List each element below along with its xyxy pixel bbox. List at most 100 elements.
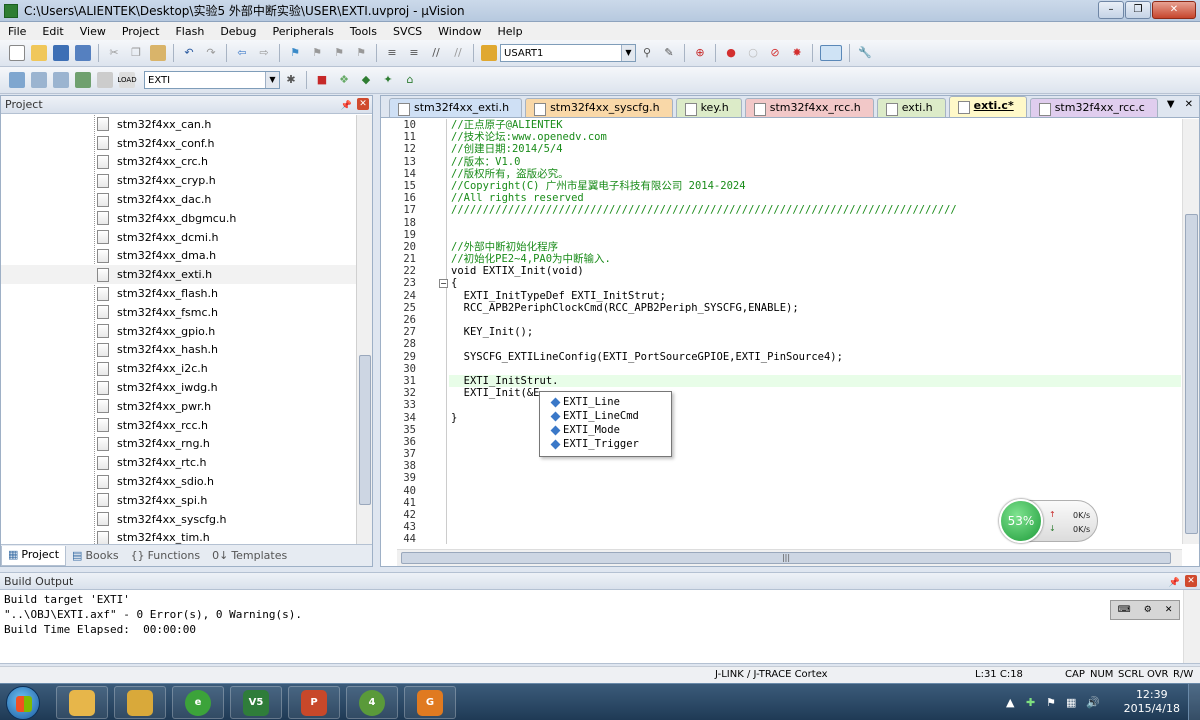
menu-help[interactable]: Help	[490, 25, 531, 38]
taskbar-app-keil[interactable]: V5	[230, 686, 282, 719]
tree-file-item[interactable]: stm32f4xx_pwr.h	[1, 397, 357, 416]
tree-file-item[interactable]: stm32f4xx_can.h	[1, 115, 357, 134]
tree-file-item[interactable]: stm32f4xx_crc.h	[1, 153, 357, 172]
scrollbar-thumb[interactable]: |||	[401, 552, 1171, 564]
network-plus-icon[interactable]: ✚	[1026, 696, 1035, 709]
menu-project[interactable]: Project	[114, 25, 168, 38]
taskbar-app-4[interactable]: 4	[346, 686, 398, 719]
target-options-icon[interactable]: ✱	[283, 72, 299, 88]
tree-file-item[interactable]: stm32f4xx_dcmi.h	[1, 228, 357, 247]
paste-icon[interactable]	[150, 45, 166, 61]
tree-file-item[interactable]: stm32f4xx_dbgmcu.h	[1, 209, 357, 228]
restore-button[interactable]: ❐	[1125, 1, 1151, 19]
find-combo[interactable]: USART1 ▼	[500, 44, 636, 62]
nav-forward-icon[interactable]: ⇨	[256, 45, 272, 61]
select-packs-icon[interactable]: ◆	[358, 72, 374, 88]
redo-icon[interactable]: ↷	[203, 45, 219, 61]
build-output-scrollbar[interactable]	[1183, 590, 1200, 663]
code-line[interactable]	[449, 338, 1181, 350]
autocomplete-item[interactable]: EXTI_Trigger	[550, 437, 671, 451]
menu-view[interactable]: View	[72, 25, 114, 38]
autocomplete-item[interactable]: EXTI_LineCmd	[550, 409, 671, 423]
menu-peripherals[interactable]: Peripherals	[265, 25, 342, 38]
tree-file-item[interactable]: stm32f4xx_dac.h	[1, 190, 357, 209]
code-line[interactable]: EXTI_InitTypeDef EXTI_InitStrut;	[449, 290, 1181, 302]
unindent-icon[interactable]: ≡	[406, 45, 422, 61]
open-folder-icon[interactable]	[31, 45, 47, 61]
code-line[interactable]	[449, 485, 1181, 497]
code-line[interactable]	[449, 460, 1181, 472]
code-line[interactable]: //正点原子@ALIENTEK	[449, 119, 1181, 131]
batch-build-icon[interactable]	[75, 72, 91, 88]
copy-icon[interactable]: ❐	[128, 45, 144, 61]
code-line[interactable]: //创建日期:2014/5/4	[449, 143, 1181, 155]
debug-start-icon[interactable]: ⊕	[692, 45, 708, 61]
breakpoint-icon[interactable]: ●	[723, 45, 739, 61]
menu-svcs[interactable]: SVCS	[385, 25, 430, 38]
taskbar-clock[interactable]: 12:39 2015/4/18	[1124, 688, 1180, 716]
code-line[interactable]: void EXTIX_Init(void)	[449, 265, 1181, 277]
scrollbar-thumb[interactable]	[1185, 214, 1198, 534]
nav-back-icon[interactable]: ⇦	[234, 45, 250, 61]
tree-file-item[interactable]: stm32f4xx_cryp.h	[1, 171, 357, 190]
show-desktop-button[interactable]	[1188, 684, 1200, 720]
tab-stm32f4xx-rcc-h[interactable]: stm32f4xx_rcc.h	[744, 98, 874, 117]
tab-templates[interactable]: 0↓ Templates	[206, 546, 293, 566]
tree-file-item[interactable]: stm32f4xx_gpio.h	[1, 322, 357, 341]
comment-icon[interactable]: //	[428, 45, 444, 61]
tab-books[interactable]: ▤ Books	[66, 546, 125, 566]
close-icon[interactable]: ✕	[357, 98, 369, 110]
close-icon[interactable]: ✕	[1185, 575, 1197, 587]
menu-debug[interactable]: Debug	[212, 25, 264, 38]
close-tab-icon[interactable]: ✕	[1185, 99, 1193, 110]
build-output-panel[interactable]: Build target 'EXTI' "..\OBJ\EXTI.axf" - …	[0, 590, 1200, 664]
find-in-files-icon[interactable]	[481, 45, 497, 61]
tree-file-item[interactable]: stm32f4xx_rtc.h	[1, 453, 357, 472]
tree-file-item[interactable]: stm32f4xx_hash.h	[1, 341, 357, 360]
taskbar-app-browser[interactable]: e	[172, 686, 224, 719]
manage-multi-project-icon[interactable]: ❖	[336, 72, 352, 88]
chevron-down-icon[interactable]: ▼	[265, 72, 279, 88]
minimize-button[interactable]: –	[1098, 1, 1124, 19]
tree-file-item[interactable]: stm32f4xx_conf.h	[1, 134, 357, 153]
tab-exti-c[interactable]: exti.c*	[948, 96, 1027, 117]
pin-icon[interactable]: 📌	[341, 98, 352, 115]
stop-build-icon[interactable]	[97, 72, 113, 88]
tab-exti-h[interactable]: exti.h	[876, 98, 946, 117]
save-all-icon[interactable]	[75, 45, 91, 61]
code-line[interactable]: SYSCFG_EXTILineConfig(EXTI_PortSourceGPI…	[449, 351, 1181, 363]
taskbar-app-pdf[interactable]: G	[404, 686, 456, 719]
breakpoint-kill-all-icon[interactable]: ✸	[789, 45, 805, 61]
config-icon[interactable]: ✎	[661, 45, 677, 61]
autocomplete-item[interactable]: EXTI_Line	[550, 395, 671, 409]
close-button[interactable]: ✕	[1152, 1, 1196, 19]
prev-bookmark-icon[interactable]: ⚑	[309, 45, 325, 61]
code-line[interactable]: {	[449, 277, 1181, 289]
code-line[interactable]: RCC_APB2PeriphClockCmd(RCC_APB2Periph_SY…	[449, 302, 1181, 314]
tree-file-item[interactable]: stm32f4xx_tim.h	[1, 529, 357, 544]
cut-icon[interactable]: ✂	[106, 45, 122, 61]
code-line[interactable]: //初始化PE2~4,PA0为中断输入.	[449, 253, 1181, 265]
undo-icon[interactable]: ↶	[181, 45, 197, 61]
code-line[interactable]: //外部中断初始化程序	[449, 241, 1181, 253]
code-line-current[interactable]: EXTI_InitStrut.	[449, 374, 1181, 388]
taskbar-app-powerpoint[interactable]: P	[288, 686, 340, 719]
taskbar-app-explorer[interactable]	[114, 686, 166, 719]
code-line[interactable]: //All rights reserved	[449, 192, 1181, 204]
tab-stm32f4xx-exti-h[interactable]: stm32f4xx_exti.h	[389, 98, 523, 117]
scrollbar-thumb[interactable]	[359, 355, 371, 505]
code-line[interactable]: //Copyright(C) 广州市星翼电子科技有限公司 2014-2024	[449, 180, 1181, 192]
menu-file[interactable]: File	[0, 25, 34, 38]
code-text-area[interactable]: //正点原子@ALIENTEK//技术论坛:www.openedv.com//创…	[449, 119, 1181, 544]
code-line[interactable]	[449, 314, 1181, 326]
tree-file-item[interactable]: stm32f4xx_fsmc.h	[1, 303, 357, 322]
bookmark-icon[interactable]: ⚑	[287, 45, 303, 61]
configure-tools-icon[interactable]: 🔧	[857, 45, 873, 61]
tree-file-item[interactable]: stm32f4xx_rng.h	[1, 435, 357, 454]
breakpoint-disabled-icon[interactable]: ○	[745, 45, 761, 61]
code-line[interactable]: KEY_Init();	[449, 326, 1181, 338]
network-icon[interactable]: ▦	[1066, 696, 1076, 709]
tab-project[interactable]: ▦ Project	[1, 545, 67, 566]
uncomment-icon[interactable]: //	[450, 45, 466, 61]
code-line[interactable]	[449, 472, 1181, 484]
